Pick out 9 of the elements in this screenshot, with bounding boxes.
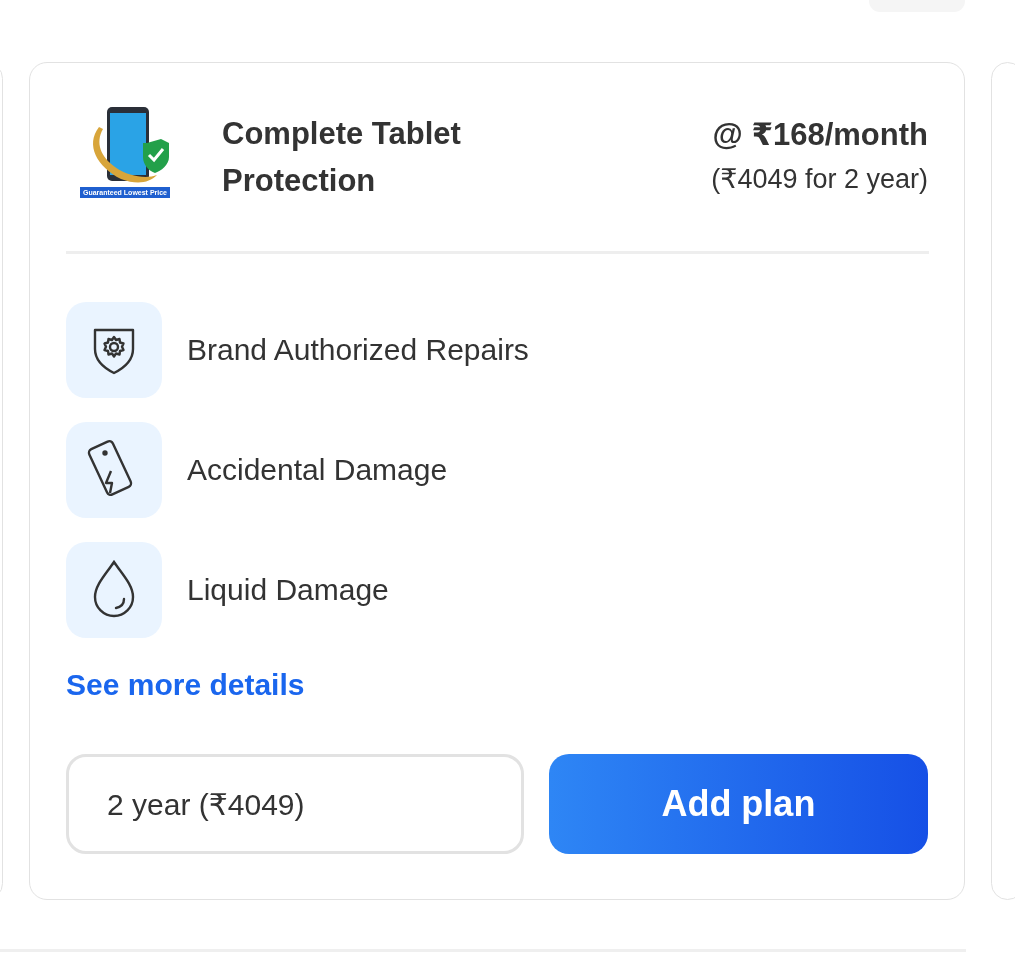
feature-label: Liquid Damage	[187, 573, 389, 607]
monthly-price: @ ₹168/month	[712, 116, 928, 154]
feature-label: Brand Authorized Repairs	[187, 333, 529, 367]
duration-select[interactable]: 2 year (₹4049)	[66, 754, 524, 854]
add-plan-button[interactable]: Add plan	[548, 754, 928, 854]
see-more-link[interactable]: See more details	[66, 668, 305, 702]
total-price: (₹4049 for 2 year)	[711, 163, 928, 196]
feature-label: Accidental Damage	[187, 453, 448, 487]
plan-title: Complete Tablet Protection	[222, 115, 462, 200]
